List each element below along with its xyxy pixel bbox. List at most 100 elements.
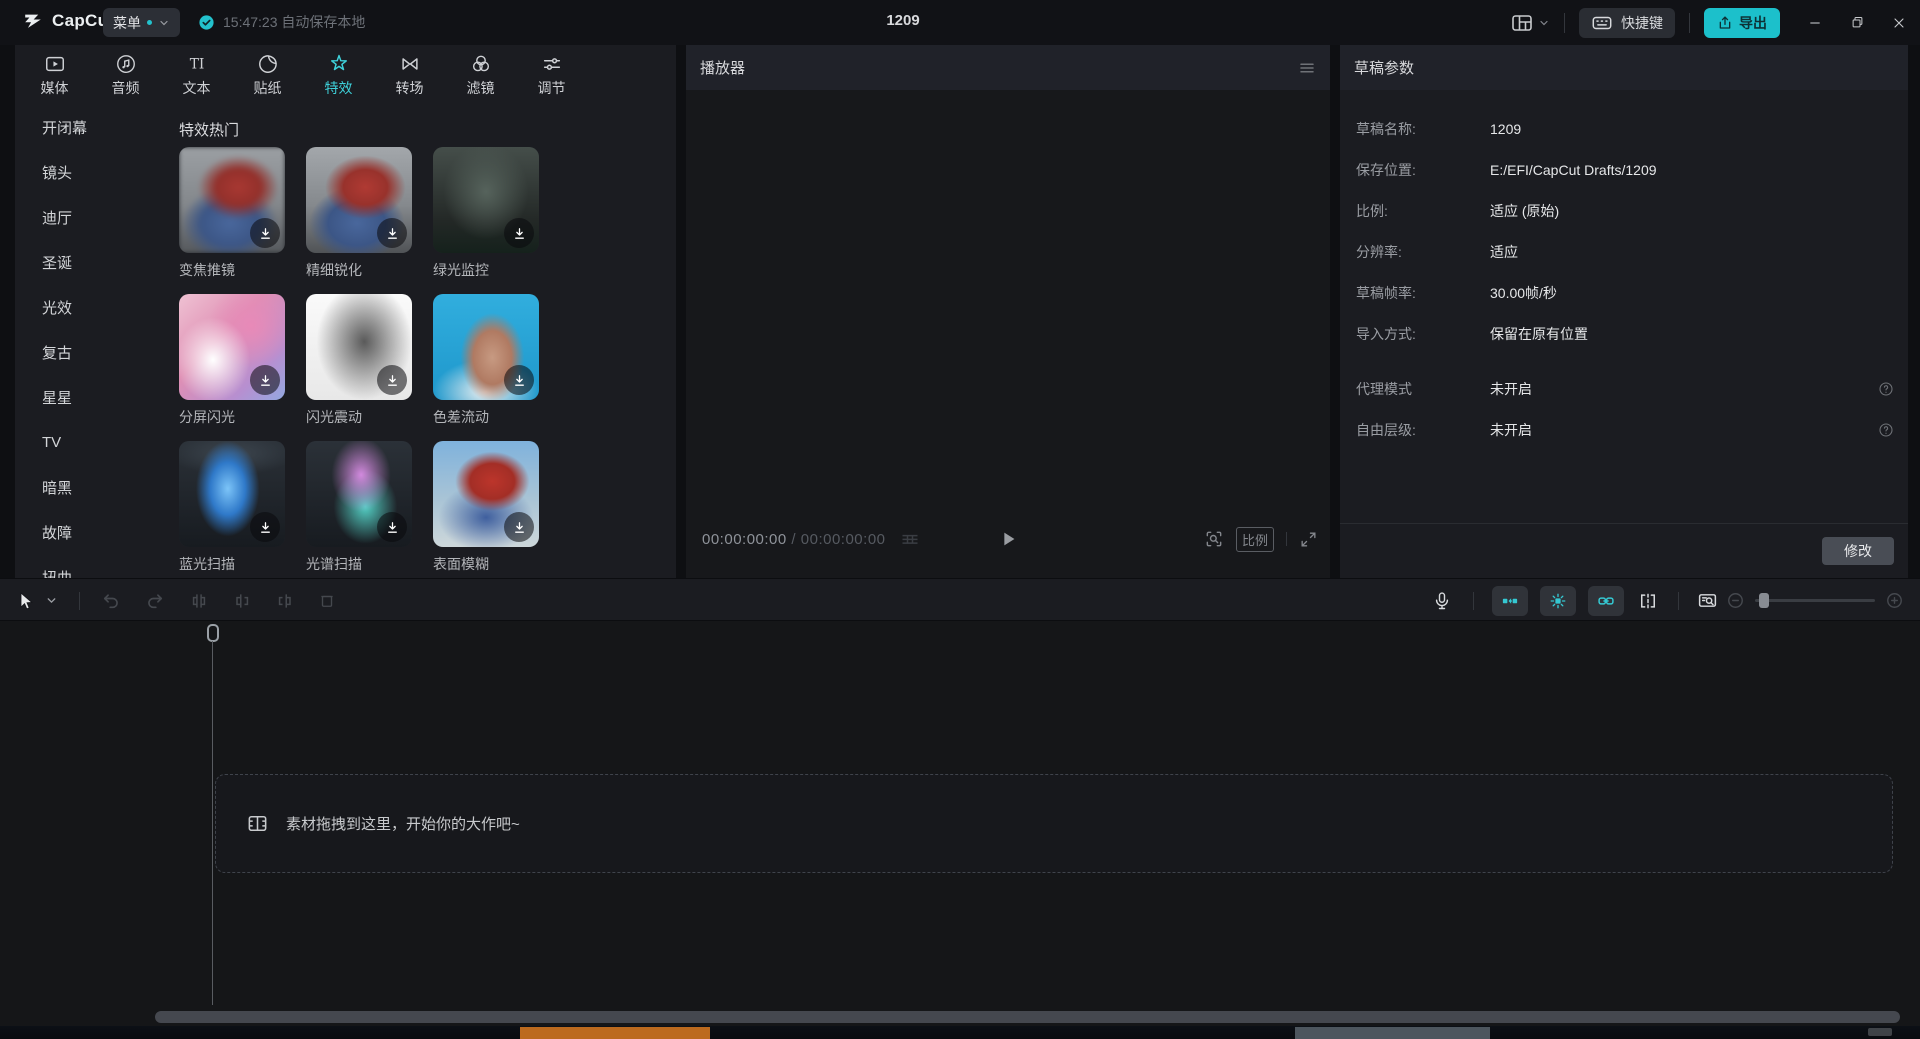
player-panel: 播放器 00:00:00:00 / 00:00:00:00 比例	[686, 45, 1330, 578]
tab-贴纸[interactable]: 贴纸	[232, 45, 303, 105]
close-button[interactable]	[1878, 0, 1920, 45]
download-icon[interactable]	[504, 218, 534, 248]
redo-button[interactable]	[145, 591, 165, 611]
effect-thumbnail[interactable]	[433, 294, 539, 400]
export-button[interactable]: 导出	[1704, 8, 1780, 38]
download-icon[interactable]	[377, 218, 407, 248]
category-item[interactable]: 星星	[15, 375, 165, 420]
split-button[interactable]	[189, 591, 209, 611]
effect-thumbnail[interactable]	[179, 441, 285, 547]
effect-thumbnail[interactable]	[179, 147, 285, 253]
tab-label: 贴纸	[254, 78, 282, 98]
frame-grid-icon	[900, 529, 920, 549]
category-item[interactable]: 复古	[15, 330, 165, 375]
category-item[interactable]: TV	[15, 420, 165, 465]
category-item[interactable]: 迪厅	[15, 195, 165, 240]
help-icon[interactable]	[1878, 381, 1894, 397]
tab-媒体[interactable]: 媒体	[19, 45, 90, 105]
effect-card[interactable]: 光谱扫描	[306, 441, 412, 574]
shortcuts-button[interactable]: 快捷键	[1579, 8, 1675, 38]
effect-thumbnail[interactable]	[306, 441, 412, 547]
trim-left-button[interactable]	[232, 591, 252, 611]
download-icon[interactable]	[250, 365, 280, 395]
effect-card[interactable]: 分屏闪光	[179, 294, 285, 427]
zoom-out-button[interactable]	[1726, 591, 1745, 610]
divider	[1286, 532, 1287, 546]
draft-row-label: 导入方式:	[1356, 324, 1490, 344]
filmstrip-icon	[246, 812, 269, 835]
effect-thumbnail[interactable]	[179, 294, 285, 400]
category-item[interactable]: 开闭幕	[15, 105, 165, 150]
effect-name: 蓝光扫描	[179, 554, 285, 574]
linkage-button[interactable]	[1588, 586, 1624, 616]
effect-card[interactable]: 色差流动	[433, 294, 539, 427]
effect-thumbnail[interactable]	[433, 441, 539, 547]
download-icon[interactable]	[250, 218, 280, 248]
effect-card[interactable]: 蓝光扫描	[179, 441, 285, 574]
timeline-zoom-slider[interactable]	[1755, 599, 1875, 602]
trim-right-button[interactable]	[275, 591, 295, 611]
auto-snap-button[interactable]	[1540, 586, 1576, 616]
effect-thumbnail[interactable]	[306, 294, 412, 400]
tab-label: 滤镜	[467, 78, 495, 98]
playhead-handle[interactable]	[207, 624, 219, 642]
effects-section-title: 特效热门	[179, 119, 676, 147]
minimize-button[interactable]	[1794, 0, 1836, 45]
effect-thumbnail[interactable]	[306, 147, 412, 253]
zoom-in-button[interactable]	[1885, 591, 1904, 610]
download-icon[interactable]	[377, 365, 407, 395]
download-icon[interactable]	[250, 512, 280, 542]
player-menu-icon[interactable]	[1298, 59, 1316, 77]
delete-clip-button[interactable]	[318, 592, 336, 610]
effect-name: 变焦推镜	[179, 260, 285, 280]
layout-switch-button[interactable]	[1510, 11, 1550, 35]
category-item[interactable]: 光效	[15, 285, 165, 330]
fullscreen-button[interactable]	[1299, 530, 1318, 549]
restore-button[interactable]	[1836, 0, 1878, 45]
preview-axis-button[interactable]	[1638, 591, 1658, 611]
undo-button[interactable]	[101, 591, 121, 611]
draft-rows: 草稿名称:1209保存位置:E:/EFI/CapCut Drafts/1209比…	[1340, 90, 1908, 450]
draft-footer: 修改	[1340, 523, 1908, 578]
category-item[interactable]: 镜头	[15, 150, 165, 195]
export-icon	[1717, 15, 1733, 31]
main-track-magnet-button[interactable]	[1492, 586, 1528, 616]
download-icon[interactable]	[504, 512, 534, 542]
tab-转场[interactable]: 转场	[374, 45, 445, 105]
effect-card[interactable]: 表面模糊	[433, 441, 539, 574]
record-audio-button[interactable]	[1432, 591, 1452, 611]
tab-音频[interactable]: 音频	[90, 45, 161, 105]
download-icon[interactable]	[377, 512, 407, 542]
download-icon[interactable]	[504, 365, 534, 395]
modify-button[interactable]: 修改	[1822, 537, 1894, 565]
play-button[interactable]	[997, 528, 1019, 550]
category-item[interactable]: 故障	[15, 510, 165, 555]
fit-timeline-button[interactable]	[1697, 590, 1718, 611]
select-cursor-icon[interactable]	[16, 591, 36, 611]
tool-dropdown-chevron-icon[interactable]	[45, 594, 58, 607]
effect-card[interactable]: 精细锐化	[306, 147, 412, 280]
zoom-slider-handle[interactable]	[1759, 593, 1769, 608]
draft-row-value: 未开启	[1490, 379, 1532, 399]
help-icon[interactable]	[1878, 422, 1894, 438]
ratio-button[interactable]: 比例	[1236, 527, 1274, 552]
effect-card[interactable]: 绿光监控	[433, 147, 539, 280]
category-item[interactable]: 扭曲	[15, 555, 165, 578]
effect-thumbnail[interactable]	[433, 147, 539, 253]
media-drop-zone[interactable]: 素材拖拽到这里，开始你的大作吧~	[215, 774, 1893, 873]
effect-card[interactable]: 闪光震动	[306, 294, 412, 427]
scan-preview-button[interactable]	[1204, 529, 1224, 549]
timeline-area[interactable]: 素材拖拽到这里，开始你的大作吧~	[0, 621, 1920, 1026]
tab-特效[interactable]: 特效	[303, 45, 374, 105]
tab-调节[interactable]: 调节	[516, 45, 587, 105]
tab-滤镜[interactable]: 滤镜	[445, 45, 516, 105]
tab-文本[interactable]: TI文本	[161, 45, 232, 105]
horizontal-scrollbar[interactable]	[155, 1011, 1900, 1023]
draft-row-label: 保存位置:	[1356, 160, 1490, 180]
category-item[interactable]: 圣诞	[15, 240, 165, 285]
drop-hint-text: 素材拖拽到这里，开始你的大作吧~	[286, 813, 520, 834]
category-item[interactable]: 暗黑	[15, 465, 165, 510]
draft-row: 分辨率:适应	[1340, 231, 1908, 272]
effect-card[interactable]: 变焦推镜	[179, 147, 285, 280]
text-icon: TI	[186, 53, 208, 75]
